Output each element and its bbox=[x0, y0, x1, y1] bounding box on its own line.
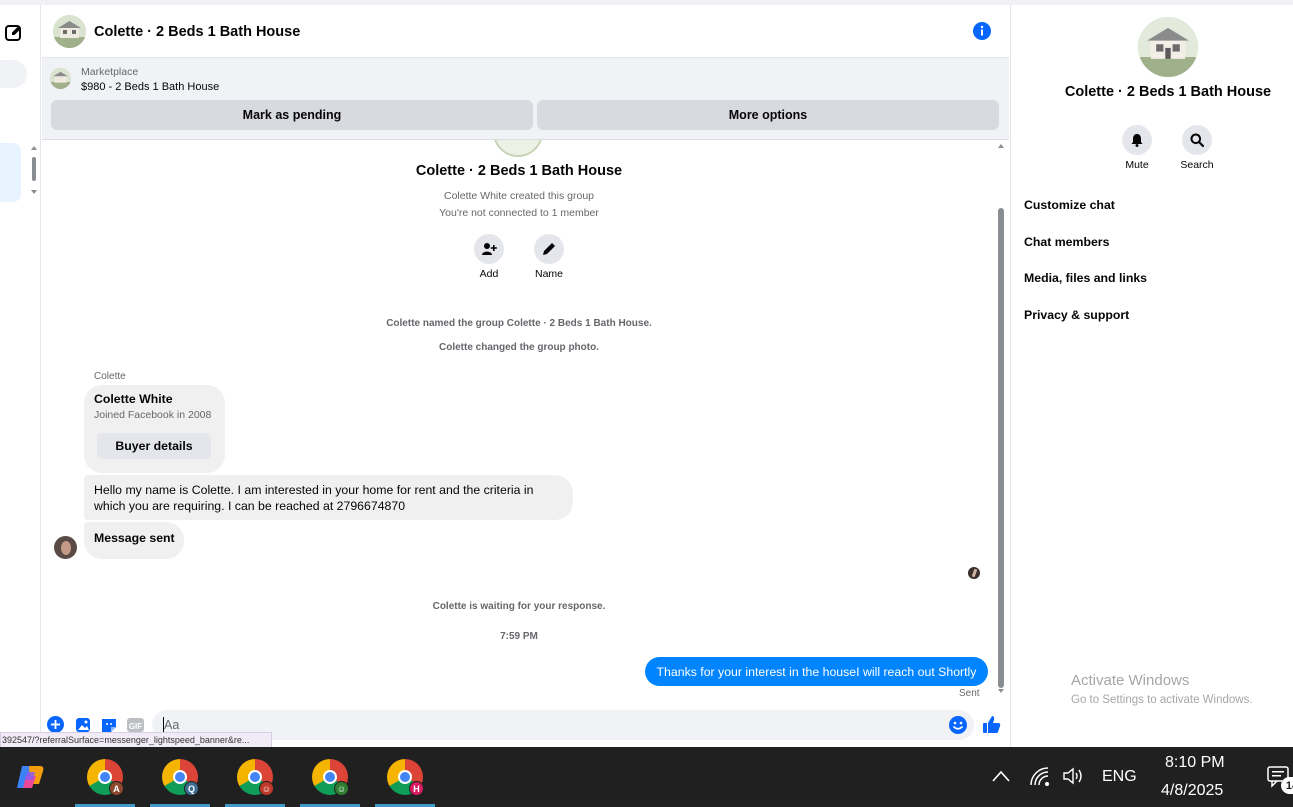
wifi-icon[interactable] bbox=[1028, 765, 1050, 787]
conversation-header: Colette · 2 Beds 1 Bath House bbox=[42, 5, 1009, 58]
chrome-icon: ☺ bbox=[237, 759, 274, 796]
gif-icon[interactable]: GIF bbox=[127, 717, 144, 733]
thread-scroll-thumb[interactable] bbox=[998, 208, 1004, 688]
event-changed-photo: Colette changed the group photo. bbox=[439, 342, 599, 353]
name-group-button[interactable] bbox=[534, 234, 564, 264]
message-text: Message sent bbox=[94, 531, 175, 545]
selected-chat-item[interactable] bbox=[0, 143, 21, 202]
buyer-card-name: Colette White bbox=[94, 392, 173, 406]
chrome-icon: A bbox=[87, 759, 124, 796]
more-options-button[interactable]: More options bbox=[537, 100, 999, 130]
profile-badge: H bbox=[409, 781, 424, 796]
thread-group-title: Colette · 2 Beds 1 Bath House bbox=[415, 163, 623, 179]
chat-list-rail bbox=[0, 5, 41, 747]
thumbs-up-icon[interactable] bbox=[982, 715, 1001, 734]
compose-icon[interactable] bbox=[4, 23, 24, 43]
buyer-details-button[interactable]: Buyer details bbox=[97, 433, 211, 459]
volume-icon[interactable] bbox=[1062, 766, 1086, 786]
link-status-url: 392547/?referralSurface=messenger_lights… bbox=[0, 732, 272, 748]
listing-thumbnail[interactable] bbox=[50, 68, 71, 89]
bell-icon bbox=[1131, 134, 1143, 147]
mute-button[interactable] bbox=[1122, 125, 1152, 155]
add-member-button[interactable] bbox=[474, 234, 504, 264]
message-timestamp: 7:59 PM bbox=[500, 631, 538, 642]
event-named-group: Colette named the group Colette · 2 Beds… bbox=[386, 318, 652, 329]
clock-date[interactable]: 4/8/2025 bbox=[1161, 782, 1223, 800]
panel-title: Colette · 2 Beds 1 Bath House bbox=[1064, 84, 1272, 100]
listing-summary[interactable]: $980 - 2 Beds 1 Bath House bbox=[81, 81, 219, 93]
chat-list-scrollbar[interactable] bbox=[30, 145, 38, 195]
created-group-text: Colette White created this group bbox=[444, 190, 594, 202]
read-receipt-avatar bbox=[968, 567, 980, 579]
info-icon[interactable] bbox=[973, 22, 991, 40]
message-input[interactable]: Aa bbox=[152, 710, 974, 740]
clock-time[interactable]: 8:10 PM bbox=[1165, 754, 1225, 772]
copilot-icon bbox=[17, 766, 44, 788]
house-photo-icon bbox=[1138, 17, 1198, 77]
taskbar: A Q ☺ ☺ H ENG 8:10 PM 4/8/2025 1 bbox=[0, 747, 1293, 807]
conversation-title: Colette · 2 Beds 1 Bath House bbox=[94, 24, 301, 40]
chrome-icon: ☺ bbox=[312, 759, 349, 796]
taskbar-chrome-profile-1[interactable]: A bbox=[75, 747, 135, 807]
taskbar-chrome-profile-3[interactable]: ☺ bbox=[225, 747, 285, 807]
chat-search-pill[interactable] bbox=[0, 60, 27, 88]
search-label: Search bbox=[1180, 159, 1214, 171]
customize-chat-item[interactable]: Customize chat bbox=[1024, 198, 1115, 212]
chevron-up-icon[interactable] bbox=[991, 769, 1011, 783]
message-bubble[interactable]: Hello my name is Colette. I am intereste… bbox=[84, 475, 573, 520]
taskbar-chrome-profile-4[interactable]: ☺ bbox=[300, 747, 360, 807]
sender-name: Colette bbox=[94, 371, 126, 382]
search-button[interactable] bbox=[1182, 125, 1212, 155]
taskbar-chrome-profile-5[interactable]: H bbox=[375, 747, 435, 807]
marketplace-bar: Marketplace $980 - 2 Beds 1 Bath House M… bbox=[42, 58, 1009, 140]
message-input-placeholder: Aa bbox=[164, 718, 180, 732]
search-icon bbox=[1190, 133, 1204, 147]
chrome-icon: H bbox=[387, 759, 424, 796]
connection-text: You're not connected to 1 member bbox=[439, 207, 599, 219]
taskbar-chrome-profile-2[interactable]: Q bbox=[150, 747, 210, 807]
profile-badge: ☺ bbox=[259, 781, 274, 796]
message-bubble[interactable]: Message sent bbox=[84, 522, 184, 559]
activate-windows-title: Activate Windows bbox=[1071, 672, 1190, 689]
copilot-button[interactable] bbox=[0, 747, 60, 807]
group-avatar[interactable] bbox=[53, 15, 86, 48]
profile-badge: A bbox=[109, 781, 124, 796]
svg-text:GIF: GIF bbox=[129, 722, 142, 731]
group-photo-partial bbox=[493, 140, 543, 157]
chat-members-item[interactable]: Chat members bbox=[1024, 235, 1109, 249]
name-label: Name bbox=[534, 268, 563, 280]
buyer-card: Colette White Joined Facebook in 2008 Bu… bbox=[84, 385, 225, 473]
chat-details-panel: Colette · 2 Beds 1 Bath House Mute Searc… bbox=[1010, 5, 1293, 747]
profile-badge: Q bbox=[184, 781, 199, 796]
notification-count-badge: 14 bbox=[1281, 777, 1293, 794]
activate-windows-subtitle: Go to Settings to activate Windows. bbox=[1071, 694, 1253, 706]
sent-status: Sent bbox=[959, 688, 980, 699]
group-photo[interactable] bbox=[1138, 17, 1198, 77]
mute-label: Mute bbox=[1125, 159, 1149, 171]
marketplace-label: Marketplace bbox=[81, 66, 139, 78]
message-text: Hello my name is Colette. I am intereste… bbox=[94, 483, 534, 513]
input-language[interactable]: ENG bbox=[1102, 768, 1137, 786]
add-person-icon bbox=[482, 243, 497, 255]
add-label: Add bbox=[479, 268, 499, 280]
photo-icon[interactable] bbox=[75, 717, 91, 733]
emoji-icon[interactable] bbox=[949, 716, 967, 734]
house-photo-icon bbox=[53, 15, 86, 48]
sticker-icon[interactable] bbox=[101, 717, 117, 733]
mark-as-pending-button[interactable]: Mark as pending bbox=[51, 100, 533, 130]
media-files-links-item[interactable]: Media, files and links bbox=[1024, 271, 1147, 285]
outgoing-message-bubble[interactable]: Thanks for your interest in the houseI w… bbox=[645, 657, 988, 686]
plus-icon[interactable] bbox=[47, 716, 64, 733]
waiting-status: Colette is waiting for your response. bbox=[432, 601, 606, 612]
pencil-icon bbox=[543, 243, 555, 255]
chrome-icon: Q bbox=[162, 759, 199, 796]
sender-avatar[interactable] bbox=[54, 536, 77, 559]
buyer-card-joined: Joined Facebook in 2008 bbox=[94, 409, 212, 421]
privacy-support-item[interactable]: Privacy & support bbox=[1024, 308, 1129, 322]
house-photo-icon bbox=[50, 68, 71, 89]
profile-badge: ☺ bbox=[334, 781, 349, 796]
